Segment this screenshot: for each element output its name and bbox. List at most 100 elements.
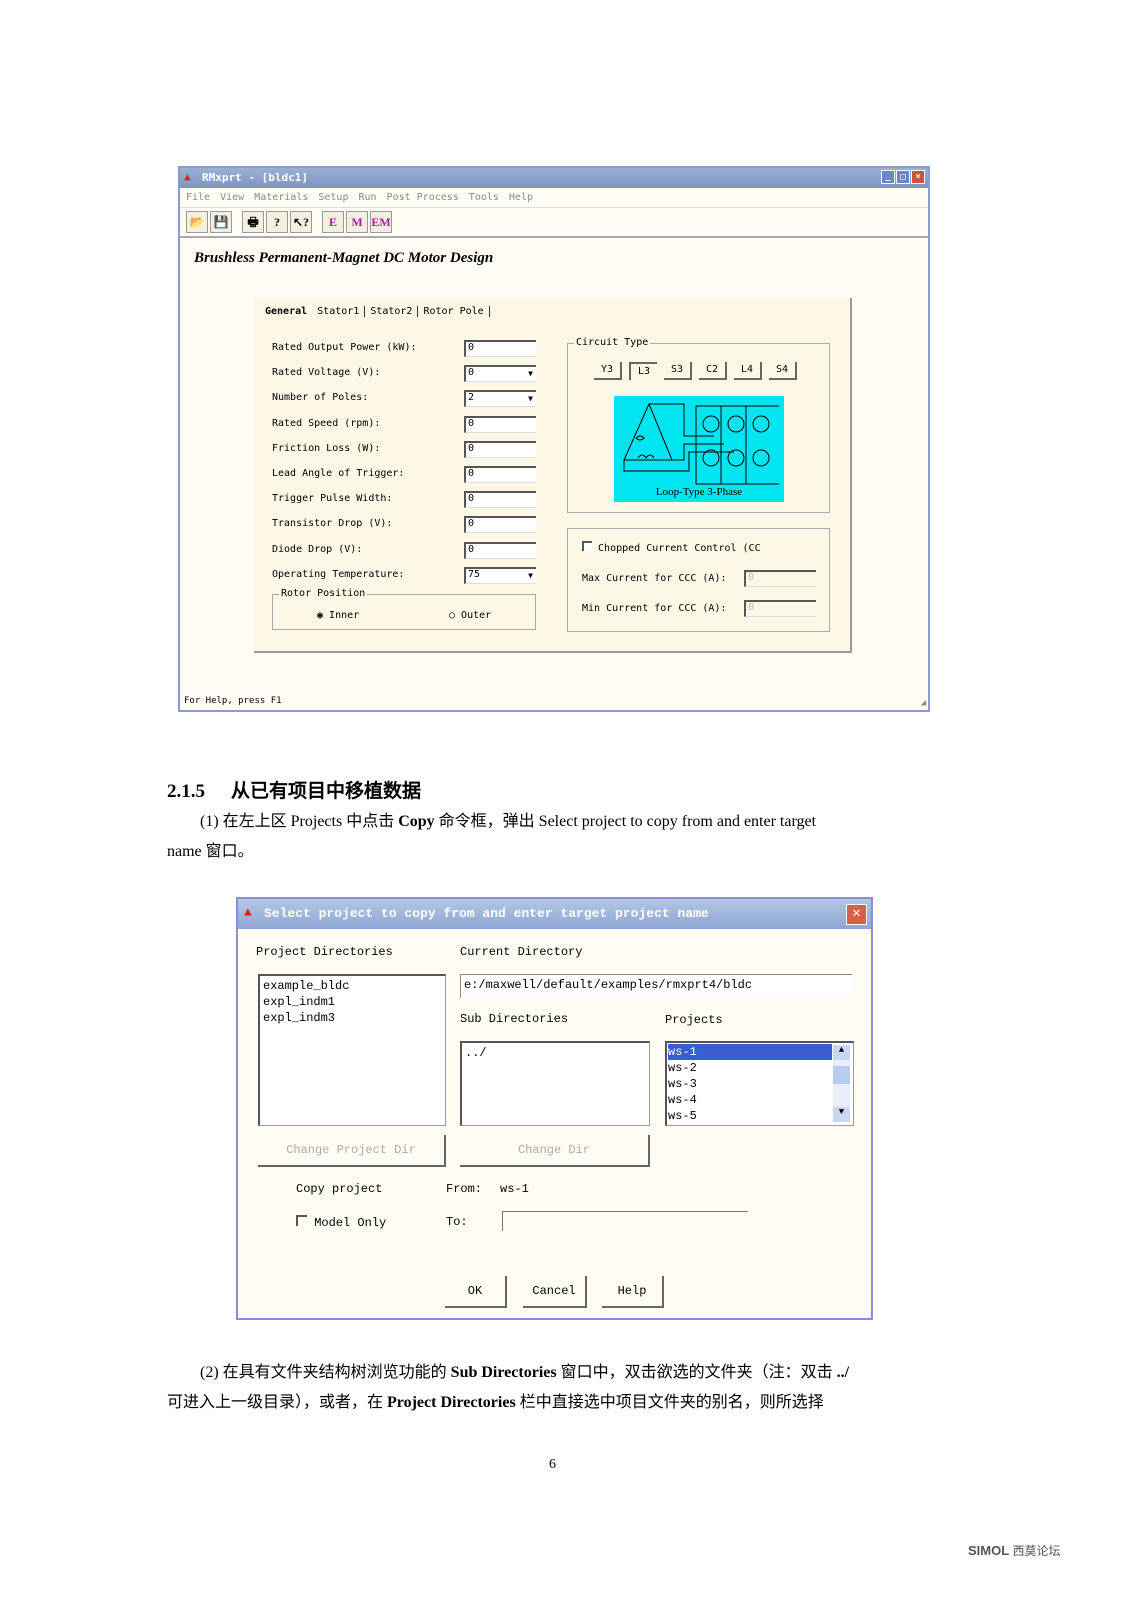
circuit-button-s4[interactable]: S4 [769, 362, 797, 380]
change-project-dir-button[interactable]: Change Project Dir [258, 1135, 446, 1167]
loop-type-circuit-icon [623, 402, 779, 485]
radio-outer[interactable]: ○ Outer [449, 610, 491, 621]
field-label: Lead Angle of Trigger: [272, 468, 405, 479]
from-value: ws-1 [500, 1182, 529, 1196]
project-item[interactable]: ws-5 [668, 1108, 852, 1124]
field-label: Number of Poles: [272, 392, 369, 404]
minimize-icon[interactable]: _ [881, 170, 895, 184]
menu-view[interactable]: View [220, 192, 244, 203]
current-dir-label: Current Directory [460, 945, 583, 959]
copy-project-dialog: Select project to copy from and enter ta… [236, 897, 873, 1320]
menu-run[interactable]: Run [358, 192, 376, 203]
field-input[interactable]: 0 [464, 340, 536, 357]
close-icon[interactable]: × [911, 170, 925, 184]
min-current-input[interactable]: 0 [744, 600, 816, 617]
field-input[interactable]: 0 [464, 415, 536, 433]
rotor-position-label: Rotor Position [279, 588, 368, 599]
menu-tools[interactable]: Tools [469, 192, 499, 203]
paragraph-2: (2) 在具有文件夹结构树浏览功能的 Sub Directories 窗口中，双… [200, 1364, 850, 1381]
max-current-label: Max Current for CCC (A): [582, 573, 727, 584]
cancel-button[interactable]: Cancel [523, 1276, 587, 1308]
help-button[interactable]: Help [602, 1276, 664, 1308]
field-label: Rated Voltage (V): [272, 367, 381, 379]
close-icon[interactable]: ✕ [846, 904, 867, 925]
ccc-checkbox[interactable]: Chopped Current Control (CC [582, 541, 761, 554]
project-dir-item[interactable]: expl_indm3 [263, 1010, 442, 1026]
m-mode-icon[interactable]: M [346, 211, 368, 233]
section-title: 从已有项目中移植数据 [231, 781, 422, 802]
circuit-button-l3[interactable]: L3 [629, 362, 657, 380]
ok-button[interactable]: OK [445, 1276, 507, 1308]
circuit-button-s3[interactable]: S3 [664, 362, 692, 380]
status-bar: For Help, press F1 [184, 696, 282, 706]
project-item[interactable]: ws-4 [668, 1092, 852, 1108]
field-input[interactable]: 0 [464, 541, 536, 559]
change-dir-button[interactable]: Change Dir [460, 1135, 650, 1167]
field-dropdown[interactable]: 75 [464, 566, 536, 584]
field-input[interactable]: 0 [464, 491, 536, 509]
open-icon[interactable]: 📂 [186, 211, 208, 233]
page-heading: Brushless Permanent-Magnet DC Motor Desi… [194, 250, 494, 266]
field-dropdown[interactable]: 2 [464, 390, 536, 408]
scroll-down-icon[interactable]: ▼ [833, 1107, 850, 1122]
sub-dirs-list[interactable]: ../ [460, 1041, 650, 1126]
project-item[interactable]: ws-2 [668, 1060, 852, 1076]
field-label: Transistor Drop (V): [272, 518, 393, 530]
radio-outer-label: Outer [461, 610, 492, 621]
project-dir-item[interactable]: example_bldc [263, 978, 442, 994]
circuit-diagram: Loop-Type 3-Phase [614, 396, 784, 502]
scroll-up-icon[interactable]: ▲ [833, 1045, 850, 1060]
menu-setup[interactable]: Setup [318, 192, 348, 203]
project-item[interactable]: ws-1 [668, 1044, 832, 1060]
page-number: 6 [549, 1457, 556, 1472]
menu-materials[interactable]: Materials [254, 192, 308, 203]
projects-label: Projects [665, 1013, 723, 1027]
min-current-label: Min Current for CCC (A): [582, 603, 727, 614]
menu-file[interactable]: File [186, 192, 210, 203]
save-icon[interactable]: 💾 [210, 211, 232, 233]
copy-project-label: Copy project [296, 1182, 383, 1196]
section-number: 2.1.5 [167, 781, 205, 802]
resize-grip-icon[interactable]: ◢ [921, 698, 926, 708]
circuit-type-label: Circuit Type [574, 337, 651, 348]
field-dropdown[interactable]: 0 [464, 365, 536, 383]
model-only-checkbox[interactable]: Model Only [296, 1215, 386, 1230]
tab-stator2[interactable]: Stator2 [365, 306, 419, 317]
projects-list[interactable]: ws-1 ws-2 ws-3 ws-4 ws-5 [665, 1041, 854, 1126]
paragraph-1: (1) 在左上区 Projects 中点击 Copy 命令框，弹出 Select… [200, 813, 817, 830]
circuit-button-l4[interactable]: L4 [734, 362, 762, 380]
help-icon[interactable]: ? [266, 211, 288, 233]
project-dir-item[interactable]: expl_indm1 [263, 994, 442, 1010]
print-icon[interactable]: 🖶 [242, 211, 264, 233]
project-dirs-list[interactable]: example_bldc expl_indm1 expl_indm3 [258, 974, 446, 1126]
scroll-thumb[interactable] [833, 1066, 850, 1084]
current-dir-field[interactable]: e:/maxwell/default/examples/rmxprt4/bldc [460, 974, 852, 998]
project-dirs-label: Project Directories [256, 945, 393, 959]
field-input[interactable]: 0 [464, 440, 536, 458]
tab-rotor-pole[interactable]: Rotor Pole [418, 306, 490, 317]
maximize-icon[interactable]: □ [896, 170, 910, 184]
field-label: Rated Output Power (kW): [272, 342, 417, 353]
dialog-title-bar: Select project to copy from and enter ta… [238, 899, 871, 929]
projects-scrollbar[interactable]: ▲ ▼ [833, 1045, 850, 1122]
field-input[interactable]: 0 [464, 516, 536, 534]
to-input[interactable] [502, 1211, 748, 1231]
max-current-input[interactable]: 0 [744, 570, 816, 587]
radio-inner[interactable]: ◉ Inner [317, 610, 359, 621]
field-input[interactable]: 0 [464, 466, 536, 483]
field-label: Trigger Pulse Width: [272, 493, 393, 505]
circuit-button-c2[interactable]: C2 [699, 362, 727, 380]
tab-stator1[interactable]: Stator1 [312, 306, 366, 317]
sub-dir-item[interactable]: ../ [465, 1045, 646, 1061]
tab-panel: General Stator1 Stator2 Rotor Pole Rated Ou… [254, 298, 852, 653]
project-item[interactable]: ws-3 [668, 1076, 852, 1092]
em-mode-icon[interactable]: EM [370, 211, 392, 233]
e-mode-icon[interactable]: E [322, 211, 344, 233]
menu-post-process[interactable]: Post Process [387, 192, 459, 203]
ccc-checkbox-label: Chopped Current Control (CC [598, 543, 761, 554]
context-help-icon[interactable]: ↖? [290, 211, 312, 233]
circuit-button-y3[interactable]: Y3 [594, 362, 622, 380]
circuit-caption: Loop-Type 3-Phase [655, 486, 743, 498]
tab-general[interactable]: General [260, 306, 312, 317]
menu-help[interactable]: Help [509, 192, 533, 203]
